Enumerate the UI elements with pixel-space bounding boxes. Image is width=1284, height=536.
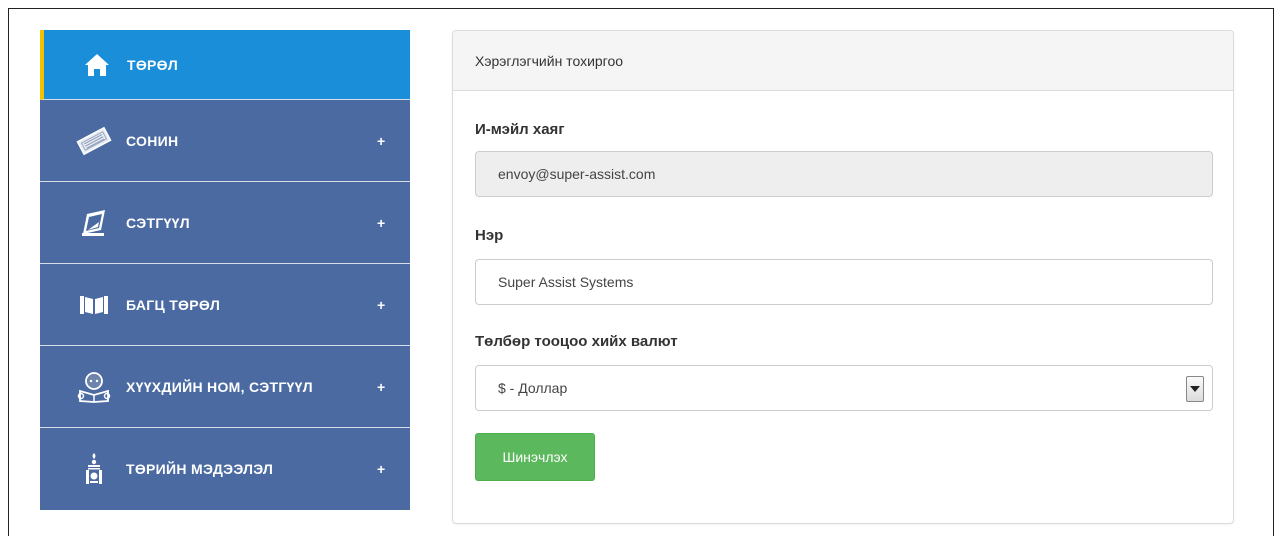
- panel-title: Хэрэглэгчийн тохиргоо: [453, 31, 1233, 91]
- magazine-icon: [74, 205, 114, 241]
- sidebar-item-label: ТӨРӨЛ: [127, 56, 178, 73]
- sidebar-item-label: ХҮҮХДИЙН НОМ, СЭТГҮҮЛ: [126, 378, 313, 395]
- expand-plus-icon[interactable]: +: [377, 215, 385, 231]
- currency-label: Төлбөр тооцоо хийх валют: [475, 333, 678, 350]
- home-icon: [77, 47, 117, 83]
- email-field: envoy@super-assist.com: [475, 151, 1213, 197]
- child-reading-icon: [74, 369, 114, 405]
- chevron-down-icon[interactable]: [1186, 376, 1204, 402]
- currency-select[interactable]: $ - Доллар: [475, 365, 1213, 411]
- name-label: Нэр: [475, 227, 504, 244]
- sidebar-item-label: СЭТГҮҮЛ: [126, 214, 190, 231]
- sidebar-item-bagts-torol[interactable]: БАГЦ ТӨРӨЛ +: [40, 264, 410, 346]
- sidebar-item-torol[interactable]: ТӨРӨЛ: [40, 30, 410, 100]
- name-value: Super Assist Systems: [498, 274, 634, 290]
- book-icon: [74, 287, 114, 323]
- sidebar-item-sonin[interactable]: СОНИН +: [40, 100, 410, 182]
- sidebar-item-toriin-medeelel[interactable]: ТӨРИЙН МЭДЭЭЛЭЛ +: [40, 428, 410, 510]
- expand-plus-icon[interactable]: +: [377, 379, 385, 395]
- sidebar-item-setguul[interactable]: СЭТГҮҮЛ +: [40, 182, 410, 264]
- email-label: И-мэйл хаяг: [475, 121, 565, 138]
- expand-plus-icon[interactable]: +: [377, 133, 385, 149]
- user-settings-panel: Хэрэглэгчийн тохиргоо И-мэйл хаяг envoy@…: [452, 30, 1234, 524]
- sidebar-menu: ТӨРӨЛ СОНИН + СЭТГҮҮЛ + БАГЦ ТӨРӨЛ + ХҮҮ…: [40, 30, 410, 510]
- expand-plus-icon[interactable]: +: [377, 461, 385, 477]
- expand-plus-icon[interactable]: +: [377, 297, 385, 313]
- sidebar-item-label: БАГЦ ТӨРӨЛ: [126, 296, 221, 313]
- name-field[interactable]: Super Assist Systems: [475, 259, 1213, 305]
- soyombo-icon: [74, 451, 114, 487]
- currency-selected-value: $ - Доллар: [498, 380, 568, 396]
- update-button[interactable]: Шинэчлэх: [475, 433, 595, 481]
- sidebar-item-huuhdiin-nom[interactable]: ХҮҮХДИЙН НОМ, СЭТГҮҮЛ +: [40, 346, 410, 428]
- sidebar-item-label: СОНИН: [126, 132, 179, 149]
- newspaper-icon: [74, 123, 114, 159]
- email-value: envoy@super-assist.com: [498, 166, 656, 182]
- sidebar-item-label: ТӨРИЙН МЭДЭЭЛЭЛ: [126, 461, 274, 477]
